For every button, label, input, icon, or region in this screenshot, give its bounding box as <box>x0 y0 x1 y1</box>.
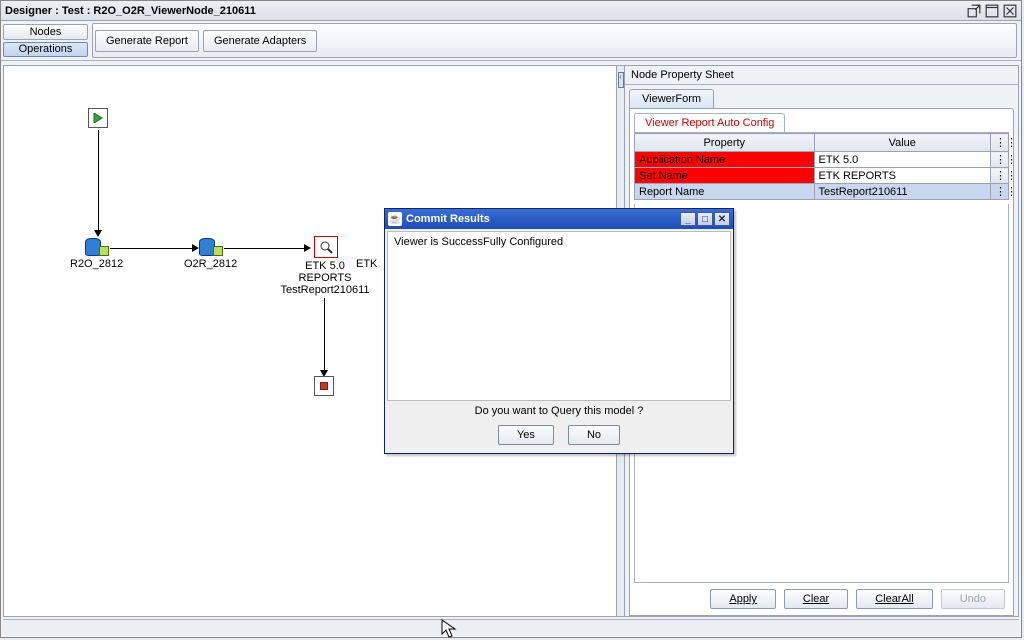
node-label: R2O_2812 <box>70 258 123 270</box>
designer-window: Designer : Test : R2O_O2R_ViewerNode_210… <box>0 0 1022 638</box>
tab-nodes[interactable]: Nodes <box>3 24 88 40</box>
ellipsis-button[interactable]: ⋮⋮ <box>991 168 1009 184</box>
table-row[interactable]: Application Name ETK 5.0 ⋮⋮ <box>635 152 1009 168</box>
list-icon: ⋮⋮ <box>995 137 1017 149</box>
dialog-title: Commit Results <box>406 213 490 225</box>
play-icon[interactable] <box>88 108 108 128</box>
window-title: Designer : Test : R2O_O2R_ViewerNode_210… <box>5 5 967 17</box>
r2o-node[interactable]: R2O_2812 <box>70 236 123 270</box>
yes-button[interactable]: Yes <box>498 425 554 445</box>
o2r-node[interactable]: O2R_2812 <box>184 236 237 270</box>
property-sheet-title: Node Property Sheet <box>625 66 1018 85</box>
undo-button: Undo <box>941 589 1005 609</box>
prop-key: Report Name <box>635 184 815 200</box>
window-controls <box>967 4 1017 18</box>
collapse-left-icon[interactable]: ‹ <box>618 72 624 88</box>
subtab-viewer-config[interactable]: Viewer Report Auto Config <box>634 113 785 132</box>
table-row[interactable]: Report Name TestReport210611 ⋮⋮ <box>635 184 1009 200</box>
prop-value[interactable]: ETK REPORTS <box>814 168 990 184</box>
col-property[interactable]: Property <box>635 134 815 152</box>
viewer-icon[interactable] <box>314 236 338 258</box>
stop-icon[interactable] <box>314 376 334 396</box>
dialog-minimize-icon[interactable]: _ <box>680 212 696 226</box>
node-label: O2R_2812 <box>184 258 237 270</box>
apply-button[interactable]: Apply <box>710 589 776 609</box>
viewer-side-label: ETK <box>356 258 377 270</box>
start-node[interactable] <box>88 108 108 130</box>
edge-r2o-o2r <box>110 248 192 249</box>
dialog-close-icon[interactable]: ✕ <box>714 212 730 226</box>
node-label-line3: TestReport210611 <box>270 284 380 296</box>
tab-operations[interactable]: Operations <box>3 42 88 58</box>
maximize-icon[interactable] <box>985 4 999 18</box>
mode-tabs: Nodes Operations <box>3 23 88 58</box>
ellipsis-button[interactable]: ⋮⋮ <box>991 152 1009 168</box>
dialog-question: Do you want to Query this model ? <box>385 403 733 423</box>
dialog-message: Viewer is SuccessFully Configured <box>394 236 563 248</box>
property-tabs: ViewerForm <box>625 85 1018 108</box>
property-buttons: Apply Clear ClearAll Undo <box>630 583 1013 615</box>
node-label-line2: REPORTS <box>270 272 380 284</box>
tab-viewerform[interactable]: ViewerForm <box>629 89 714 108</box>
clearall-button[interactable]: ClearAll <box>856 589 933 609</box>
property-table: Property Value ⋮⋮ Application Name ETK 5… <box>634 132 1009 200</box>
edge-start-r2o <box>98 130 99 230</box>
prop-value[interactable]: TestReport210611 <box>814 184 990 200</box>
close-icon[interactable] <box>1003 4 1017 18</box>
toolbar: Nodes Operations Generate Report Generat… <box>1 21 1021 61</box>
dialog-titlebar[interactable]: ☕ Commit Results _ □ ✕ <box>385 209 733 229</box>
generate-report-button[interactable]: Generate Report <box>95 30 199 52</box>
toolbar-actions: Generate Report Generate Adapters <box>92 23 1017 58</box>
java-icon: ☕ <box>388 212 402 226</box>
database-icon[interactable] <box>85 236 109 256</box>
clear-button[interactable]: Clear <box>784 589 848 609</box>
dialog-maximize-icon[interactable]: □ <box>697 212 713 226</box>
ellipsis-button[interactable]: ⋮⋮ <box>991 184 1009 200</box>
dialog-body: Viewer is SuccessFully Configured <box>387 231 731 401</box>
titlebar: Designer : Test : R2O_O2R_ViewerNode_210… <box>1 1 1021 21</box>
edge-viewer-end <box>324 298 325 370</box>
generate-adapters-button[interactable]: Generate Adapters <box>203 30 317 52</box>
commit-results-dialog[interactable]: ☕ Commit Results _ □ ✕ Viewer is Success… <box>384 208 734 454</box>
prop-key: Application Name <box>635 152 815 168</box>
prop-value[interactable]: ETK 5.0 <box>814 152 990 168</box>
database-icon[interactable] <box>199 236 223 256</box>
no-button[interactable]: No <box>568 425 620 445</box>
col-more[interactable]: ⋮⋮ <box>991 134 1009 152</box>
detach-icon[interactable] <box>967 4 981 18</box>
end-node[interactable] <box>314 376 334 398</box>
statusbar <box>3 619 1019 635</box>
col-value[interactable]: Value <box>814 134 990 152</box>
table-row[interactable]: Set Name ETK REPORTS ⋮⋮ <box>635 168 1009 184</box>
prop-key: Set Name <box>635 168 815 184</box>
